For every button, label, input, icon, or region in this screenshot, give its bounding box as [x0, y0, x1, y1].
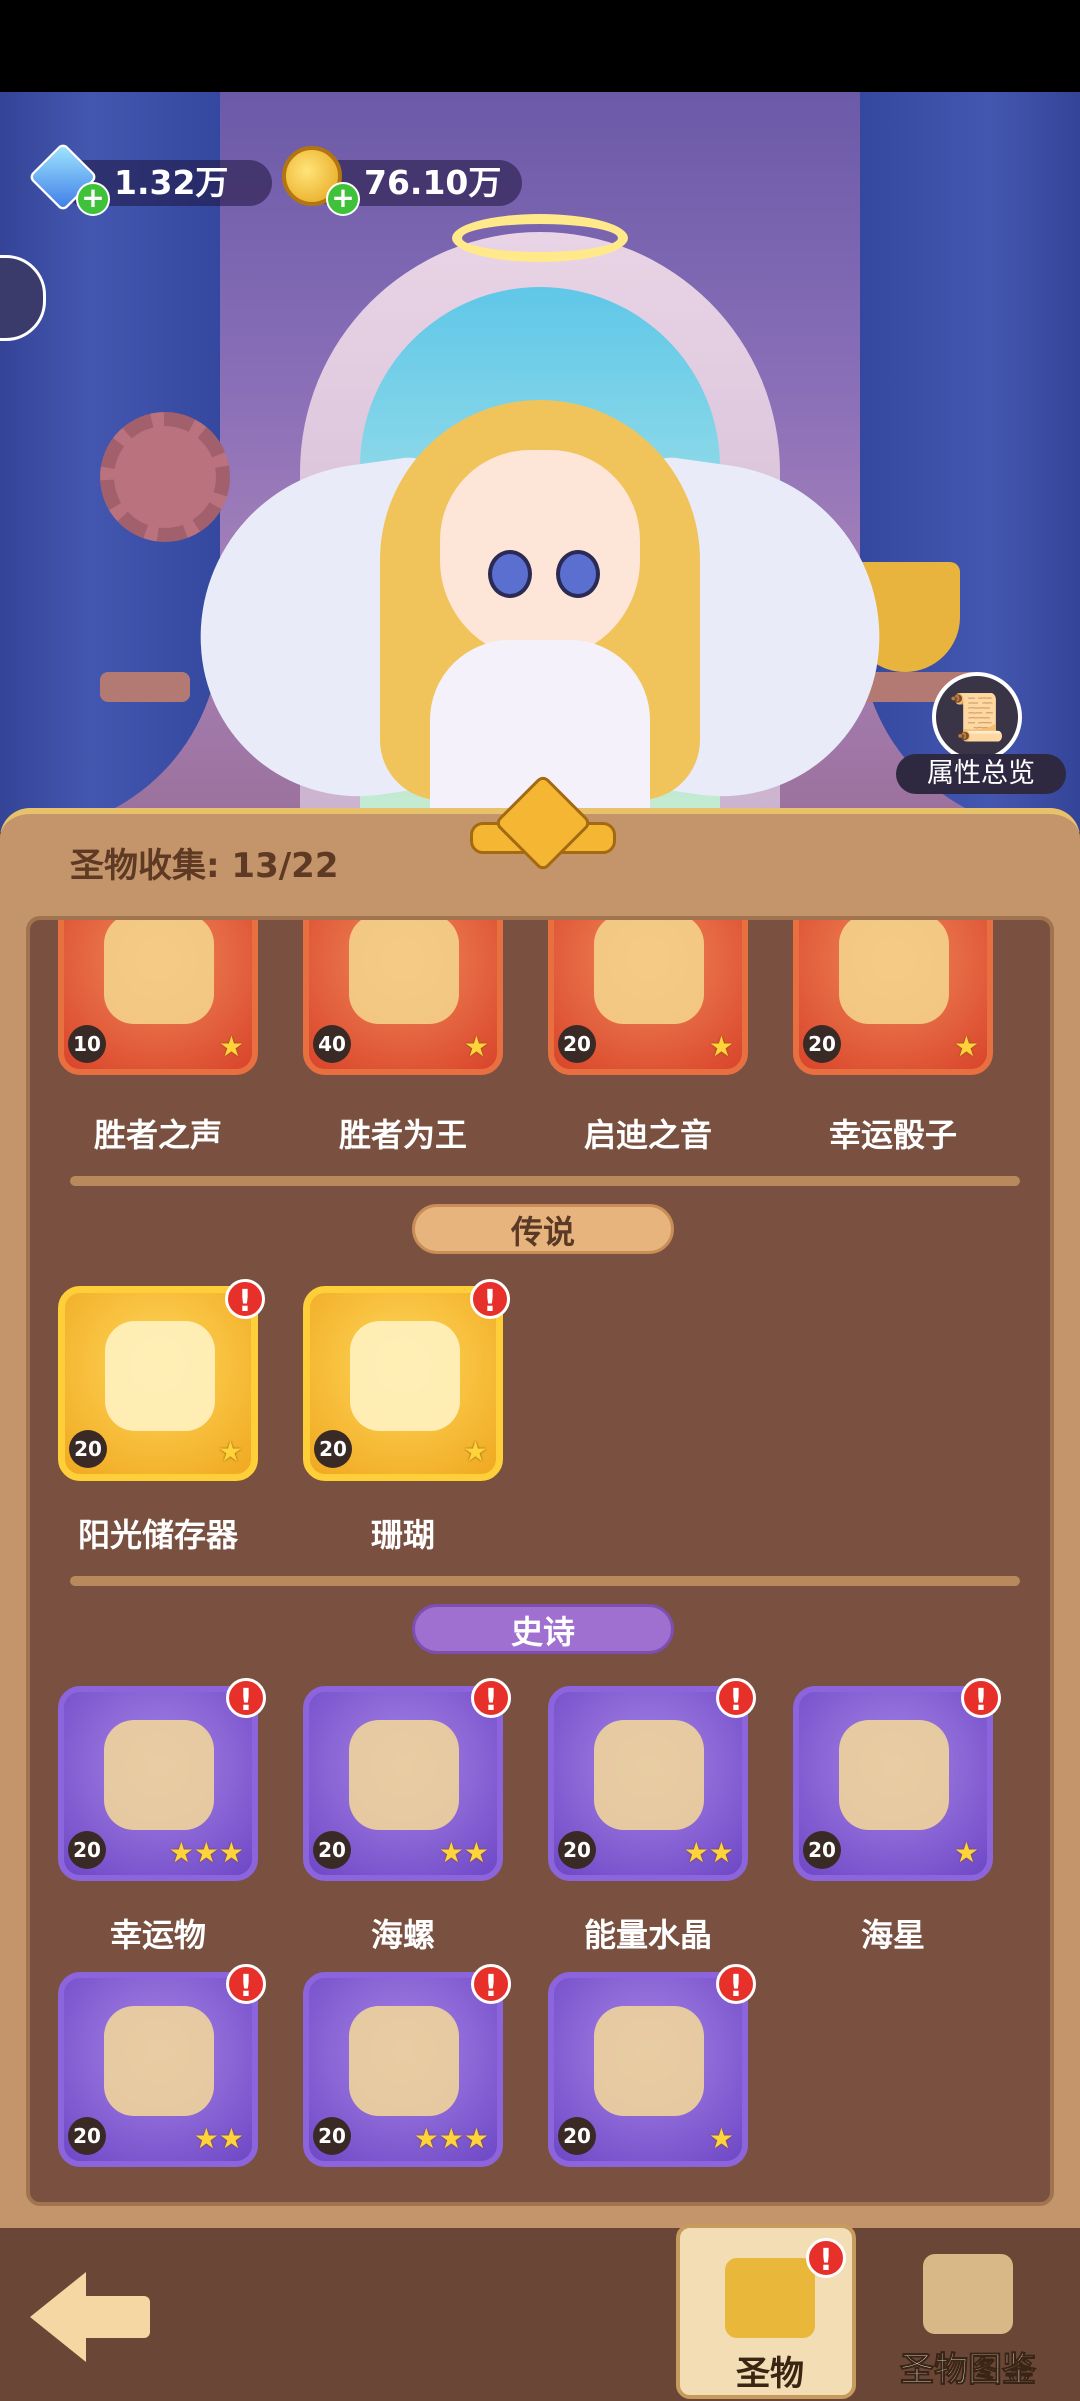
- relic-card[interactable]: 20 ★: [548, 920, 748, 1075]
- back-arrow-icon: [30, 2272, 86, 2362]
- star-rating: ★★★: [413, 2122, 489, 2155]
- alert-icon: !: [226, 1678, 266, 1718]
- level-badge: 20: [69, 1430, 107, 1468]
- gem-amount: 1.32万: [114, 163, 229, 202]
- alert-icon: !: [471, 1678, 511, 1718]
- star-rating: ★: [708, 2122, 734, 2155]
- level-badge: 20: [558, 1025, 596, 1063]
- gear-ornament: [100, 412, 230, 542]
- level-badge: 40: [313, 1025, 351, 1063]
- level-badge: 20: [313, 2117, 351, 2155]
- relic-card[interactable]: 20 ★ !: [58, 1279, 265, 1481]
- tab-relics-label: 圣物: [736, 2354, 804, 2394]
- relic-card[interactable]: 20 ★★★ !: [58, 1678, 266, 1881]
- scroll-icon: 📜: [932, 672, 1022, 762]
- relic-name: 胜者之声: [93, 1116, 222, 1154]
- star-rating: ★: [708, 1030, 734, 1063]
- relic-card[interactable]: 20 ★★ !: [58, 1964, 266, 2167]
- relic-name: 启迪之音: [583, 1116, 712, 1154]
- alert-icon: !: [225, 1279, 265, 1319]
- tab-relics[interactable]: ! 圣物: [676, 2224, 856, 2399]
- back-button[interactable]: [30, 2272, 150, 2372]
- relic-name: 珊瑚: [370, 1516, 435, 1554]
- star-rating: ★: [463, 1030, 489, 1063]
- alert-icon: !: [961, 1678, 1001, 1718]
- alert-icon: !: [716, 1964, 756, 2004]
- attributes-overview-button[interactable]: 📜 属性总览: [896, 672, 1066, 802]
- level-badge: 20: [803, 1025, 841, 1063]
- shelf-left: [100, 672, 190, 702]
- level-badge: 10: [68, 1025, 106, 1063]
- tab-relic-codex[interactable]: 圣物图鉴: [878, 2224, 1058, 2399]
- level-badge: 20: [313, 1831, 351, 1869]
- relic-name: 阳光储存器: [77, 1516, 238, 1554]
- epic-section-label: 史诗: [412, 1604, 674, 1654]
- relic-card[interactable]: 20 ★★ !: [303, 1678, 511, 1881]
- relic-name: 幸运物: [109, 1916, 206, 1954]
- star-rating: ★: [953, 1030, 979, 1063]
- angel-eye-right: [556, 550, 600, 598]
- alert-icon: !: [716, 1678, 756, 1718]
- tab-relic-codex-label: 圣物图鉴: [900, 2350, 1037, 2391]
- gem-counter[interactable]: + 1.32万: [27, 141, 272, 216]
- star-rating: ★★: [193, 2122, 244, 2155]
- relic-card[interactable]: 20 ★ !: [303, 1279, 510, 1481]
- star-rating: ★: [217, 1435, 243, 1468]
- angel-face: [440, 450, 640, 660]
- level-badge: 20: [803, 1831, 841, 1869]
- level-badge: 20: [558, 1831, 596, 1869]
- star-rating: ★★★: [168, 1836, 244, 1869]
- level-badge: 20: [558, 2117, 596, 2155]
- legendary-section-label: 传说: [412, 1204, 674, 1254]
- relic-card[interactable]: 40 ★: [303, 920, 503, 1075]
- alert-icon: !: [226, 1964, 266, 2004]
- section-divider: [70, 1176, 1020, 1186]
- relic-card[interactable]: 20 ★ !: [548, 1964, 756, 2167]
- book-icon: [923, 2254, 1013, 2334]
- collection-progress: 圣物收集: 13/22: [70, 846, 339, 886]
- halo-icon: [452, 214, 628, 262]
- relic-list[interactable]: 10 ★ 40 ★ 20 ★ 20 ★ 胜者之声 胜者为王 启迪之音 幸运骰子 …: [26, 916, 1054, 2206]
- angel-eye-left: [488, 550, 532, 598]
- status-bar: [0, 0, 1080, 92]
- level-badge: 20: [68, 1831, 106, 1869]
- coin-counter[interactable]: + 76.10万: [282, 146, 522, 216]
- relic-name: 能量水晶: [583, 1916, 712, 1954]
- attributes-overview-label: 属性总览: [896, 754, 1066, 794]
- relic-name: 幸运骰子: [828, 1116, 957, 1154]
- star-rating: ★★: [438, 1836, 489, 1869]
- star-rating: ★: [218, 1030, 244, 1063]
- relic-card[interactable]: 10 ★: [58, 920, 258, 1075]
- relic-card[interactable]: 20 ★: [793, 920, 993, 1075]
- level-badge: 20: [314, 1430, 352, 1468]
- panel-star-ornament: [470, 773, 616, 878]
- relic-card[interactable]: 20 ★ !: [793, 1678, 1001, 1881]
- horn-icon: [725, 2258, 815, 2338]
- add-coins-icon[interactable]: +: [326, 182, 360, 216]
- star-rating: ★★: [683, 1836, 734, 1869]
- relic-card[interactable]: 20 ★★★ !: [303, 1964, 511, 2167]
- coin-amount: 76.10万: [364, 163, 502, 202]
- alert-icon: !: [471, 1964, 511, 2004]
- level-badge: 20: [68, 2117, 106, 2155]
- alert-icon: !: [806, 2238, 846, 2278]
- relic-card[interactable]: 20 ★★ !: [548, 1678, 756, 1881]
- alert-icon: !: [470, 1279, 510, 1319]
- star-rating: ★: [462, 1435, 488, 1468]
- section-divider: [70, 1576, 1020, 1586]
- star-rating: ★: [953, 1836, 979, 1869]
- add-gems-icon[interactable]: +: [76, 182, 110, 216]
- relic-name: 胜者为王: [338, 1116, 467, 1154]
- relic-name: 海星: [860, 1916, 925, 1954]
- relic-name: 海螺: [370, 1916, 435, 1954]
